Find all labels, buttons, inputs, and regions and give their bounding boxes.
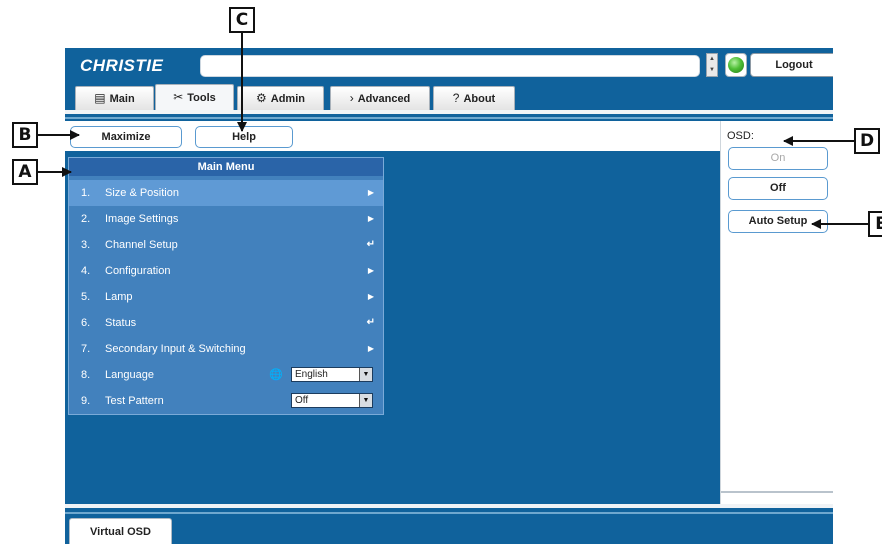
callout-arrows — [38, 33, 868, 229]
callout-label-e: E — [868, 211, 882, 237]
callout-label-a: A — [12, 159, 38, 185]
callout-label-c: C — [229, 7, 255, 33]
callout-label-b: B — [12, 122, 38, 148]
callout-label-d: D — [854, 128, 880, 154]
